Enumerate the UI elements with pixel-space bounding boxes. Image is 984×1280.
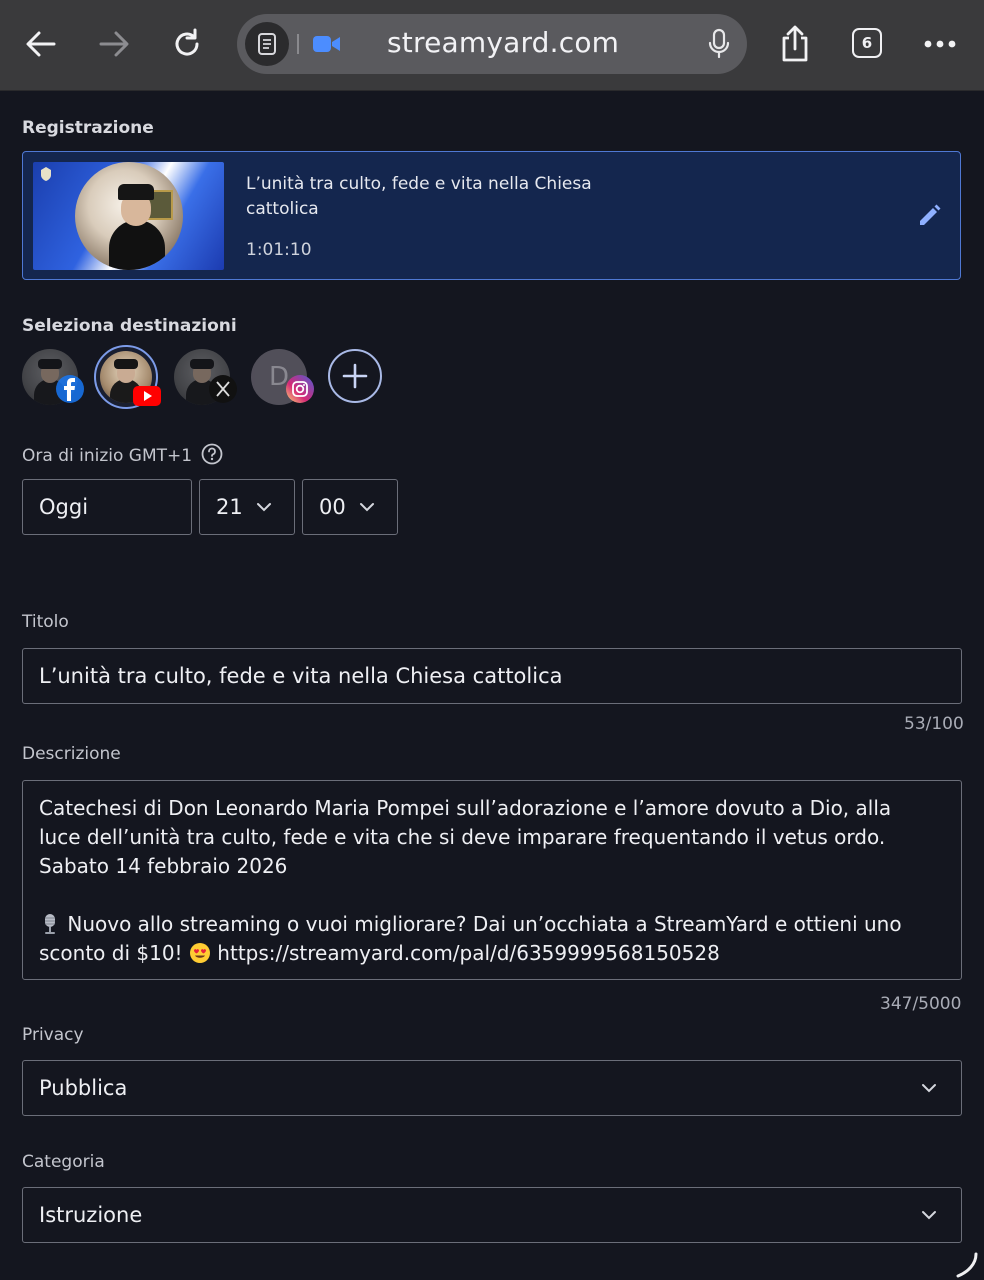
reload-icon[interactable]: [165, 22, 209, 66]
chevron-down-icon: [360, 503, 374, 512]
title-input[interactable]: L’unità tra culto, fede e vita nella Chi…: [22, 648, 962, 704]
start-hour-select[interactable]: 21: [199, 479, 295, 535]
more-options-icon[interactable]: [918, 22, 962, 66]
chevron-down-icon: [922, 1084, 936, 1093]
share-icon[interactable]: [773, 22, 817, 66]
youtube-icon: [133, 386, 161, 406]
reader-mode-icon[interactable]: [245, 22, 289, 66]
forward-arrow-icon[interactable]: [92, 22, 136, 66]
plus-icon: [342, 363, 368, 389]
description-textarea[interactable]: Catechesi di Don Leonardo Maria Pompei s…: [22, 780, 962, 980]
start-hour-value: 21: [216, 495, 243, 519]
category-label: Categoria: [22, 1152, 105, 1172]
category-value: Istruzione: [39, 1203, 143, 1227]
browser-toolbar: streamyard.com 6: [0, 0, 984, 91]
recording-section-label: Registrazione: [22, 118, 154, 138]
recording-card[interactable]: L’unità tra culto, fede e vita nella Chi…: [22, 151, 961, 280]
description-label: Descrizione: [22, 744, 121, 764]
start-time-label: Ora di inizio GMT+1: [22, 443, 223, 466]
description-promo: Nuovo allo streaming o vuoi migliorare? …: [39, 910, 939, 968]
start-minute-select[interactable]: 00: [302, 479, 398, 535]
instagram-icon: [286, 375, 314, 403]
start-day-value: Oggi: [39, 495, 89, 519]
pencil-edit-icon[interactable]: [916, 203, 942, 233]
start-minute-value: 00: [319, 495, 346, 519]
resize-corner-icon: [956, 1252, 978, 1278]
add-destination-button[interactable]: [328, 349, 382, 403]
title-input-value: L’unità tra culto, fede e vita nella Chi…: [39, 664, 563, 688]
start-time-label-text: Ora di inizio GMT+1: [22, 446, 193, 466]
chevron-down-icon: [922, 1211, 936, 1220]
address-bar[interactable]: streamyard.com: [237, 14, 747, 74]
title-label: Titolo: [22, 612, 69, 632]
description-paragraph: Catechesi di Don Leonardo Maria Pompei s…: [39, 796, 892, 878]
video-camera-icon: [312, 33, 342, 59]
start-day-field[interactable]: Oggi: [22, 479, 192, 535]
back-arrow-icon[interactable]: [19, 22, 63, 66]
heart-eyes-emoji-icon: [189, 943, 210, 963]
channel-logo-icon: [41, 167, 51, 181]
microphone-emoji-icon: [45, 914, 55, 934]
promo-link[interactable]: https://streamyard.com/pal/d/63599995681…: [217, 941, 720, 965]
url-separator: [297, 34, 299, 54]
help-question-icon[interactable]: [201, 443, 223, 465]
destinations-label: Seleziona destinazioni: [22, 316, 237, 336]
privacy-select[interactable]: Pubblica: [22, 1060, 962, 1116]
tabs-count-button[interactable]: 6: [852, 28, 882, 58]
description-char-counter: 347/5000: [880, 994, 962, 1014]
x-twitter-icon: [209, 375, 237, 403]
title-char-counter: 53/100: [904, 714, 964, 734]
privacy-label: Privacy: [22, 1025, 84, 1045]
category-select[interactable]: Istruzione: [22, 1187, 962, 1243]
facebook-icon: [56, 375, 84, 403]
recording-duration: 1:01:10: [246, 240, 312, 260]
privacy-value: Pubblica: [39, 1076, 128, 1100]
microphone-icon[interactable]: [707, 28, 731, 64]
url-text[interactable]: streamyard.com: [387, 26, 619, 59]
chevron-down-icon: [257, 503, 271, 512]
recording-thumbnail: [33, 162, 224, 270]
recording-title: L’unità tra culto, fede e vita nella Chi…: [246, 174, 592, 219]
